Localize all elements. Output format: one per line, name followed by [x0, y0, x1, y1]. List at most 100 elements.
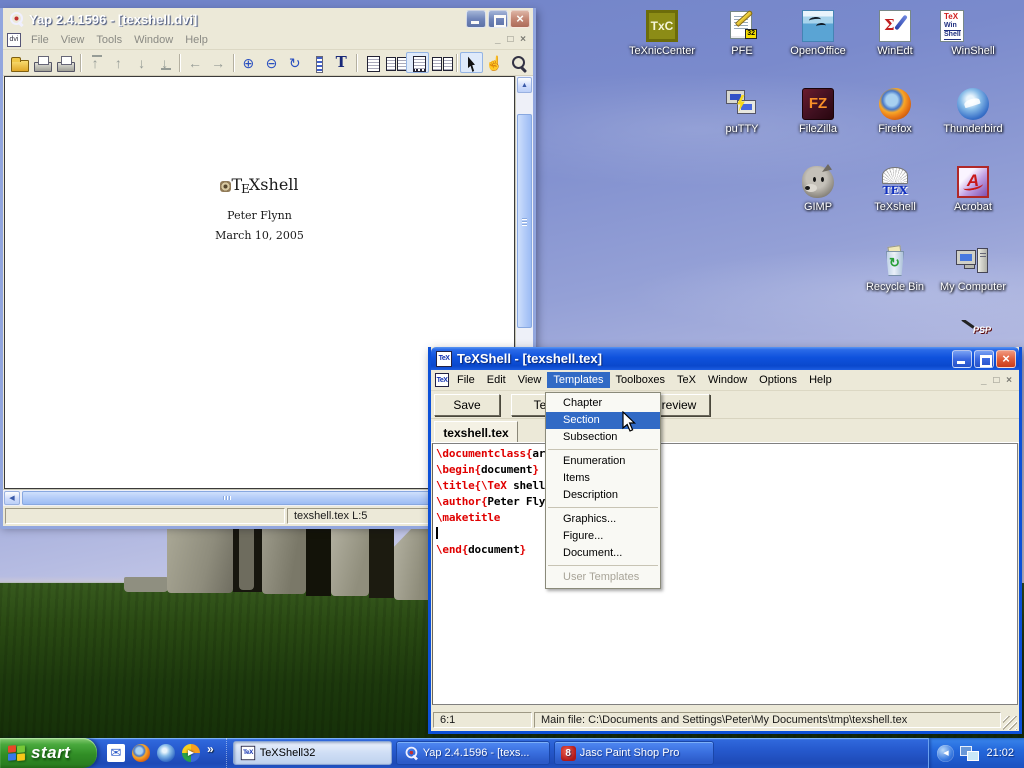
single-page-view-icon[interactable] [360, 52, 383, 73]
yap-maximize-button[interactable] [488, 10, 508, 28]
menu-item-chapter[interactable]: Chapter [546, 395, 660, 412]
next-page-icon[interactable]: ↓ [130, 52, 153, 73]
quick-launch-overflow-chevron[interactable]: » [207, 742, 214, 756]
tab-texshell-tex[interactable]: texshell.tex [434, 421, 518, 442]
texshell-maximize-button[interactable] [974, 350, 994, 368]
texniccenter-icon [646, 10, 678, 42]
desktop-icon-paint-shop-pro[interactable]: PSP [951, 320, 995, 347]
texshell-menu-toolboxes[interactable]: Toolboxes [610, 372, 672, 388]
desktop-icon-label: puTTY [725, 123, 758, 135]
scroll-left-button[interactable]: ◀ [4, 491, 20, 505]
texshell-menu-options[interactable]: Options [753, 372, 803, 388]
desktop-icon-pfe[interactable]: PFE [705, 10, 779, 57]
magnifier-tool-icon[interactable] [506, 52, 529, 73]
texshell-titlebar[interactable]: TeXShell - [texshell.tex] × [431, 347, 1019, 370]
desktop-icon-texniccenter[interactable]: TeXnicCenter [625, 10, 699, 57]
desktop-icon-winedt[interactable]: WinEdt [858, 10, 932, 57]
first-page-icon[interactable]: ↑ [84, 52, 107, 73]
texshell-minimize-button[interactable] [952, 350, 972, 368]
outlook-express-icon[interactable] [107, 744, 125, 762]
task-button-jasc-paint-shop-pro[interactable]: Jasc Paint Shop Pro [554, 741, 714, 765]
save-button[interactable]: Save [434, 394, 500, 416]
hand-tool-icon[interactable]: ☝ [483, 52, 506, 73]
desktop-icon-firefox[interactable]: Firefox [858, 88, 932, 135]
menu-item-subsection[interactable]: Subsection [546, 429, 660, 446]
scroll-thumb[interactable] [22, 491, 430, 505]
desktop-icon-gimp[interactable]: GIMP [781, 166, 855, 213]
continuous-double-view-icon[interactable] [429, 52, 452, 73]
firefox-icon[interactable] [132, 744, 150, 762]
yap-mdi-controls[interactable]: _ □ × [495, 34, 531, 45]
forward-icon[interactable]: → [207, 52, 230, 73]
menu-item-figure[interactable]: Figure... [546, 528, 660, 545]
yap-menu-window[interactable]: Window [128, 32, 179, 48]
yap-minimize-button[interactable] [466, 10, 486, 28]
texshell-menu-file[interactable]: File [451, 372, 481, 388]
menu-item-section[interactable]: Section [546, 412, 660, 429]
texshell-menu-help[interactable]: Help [803, 372, 838, 388]
thunderbird-icon[interactable] [157, 744, 175, 762]
texshell-menu-view[interactable]: View [512, 372, 548, 388]
menu-item-description[interactable]: Description [546, 487, 660, 504]
zoom-in-icon[interactable]: ⊕ [237, 52, 260, 73]
text-select-icon[interactable]: T [330, 52, 353, 73]
refresh-icon[interactable]: ↻ [283, 52, 306, 73]
desktop-icon-openoffice[interactable]: OpenOffice [781, 10, 855, 57]
yap-app-icon [8, 11, 24, 27]
ruler-icon[interactable] [306, 52, 329, 73]
desktop-icon-putty[interactable]: puTTY [705, 88, 779, 135]
pfe-icon [726, 10, 758, 42]
desktop-icon-filezilla[interactable]: FileZilla [781, 88, 855, 135]
texshell-menu-edit[interactable]: Edit [481, 372, 512, 388]
menu-item-enumeration[interactable]: Enumeration [546, 453, 660, 470]
continuous-view-icon[interactable] [406, 52, 429, 73]
texshell-menubar: FileEditViewTemplatesToolboxesTeXWindowO… [431, 370, 1019, 391]
source-special-marker-icon [220, 181, 231, 192]
start-button[interactable]: start [0, 738, 97, 768]
menu-item-document[interactable]: Document... [546, 545, 660, 562]
desktop-icon-texshell[interactable]: TeXshell [858, 166, 932, 213]
texshell-menu-templates[interactable]: Templates [547, 372, 609, 388]
desktop-icon-thunderbird[interactable]: Thunderbird [936, 88, 1010, 135]
media-player-icon[interactable] [182, 744, 200, 762]
yap-menu-tools[interactable]: Tools [90, 32, 128, 48]
yap-close-button[interactable]: × [510, 10, 530, 28]
start-button-label: start [31, 743, 70, 763]
paint-shop-pro-task-icon [561, 746, 576, 761]
menu-item-items[interactable]: Items [546, 470, 660, 487]
resize-grip[interactable] [1003, 716, 1017, 730]
print-icon[interactable] [30, 52, 53, 73]
editor-line-3: \title{\TeX shell} [436, 478, 1017, 494]
task-button-label: Yap 2.4.1596 - [texs... [423, 747, 530, 759]
yap-menu-view[interactable]: View [55, 32, 91, 48]
scroll-thumb[interactable] [517, 114, 532, 328]
desktop-icon-recycle-bin[interactable]: Recycle Bin [858, 246, 932, 293]
pointer-tool-icon[interactable] [460, 52, 483, 73]
scroll-up-button[interactable]: ▲ [517, 77, 532, 93]
texshell-mdi-controls[interactable]: _ □ × [981, 375, 1017, 386]
toolbar-separator [356, 54, 357, 72]
menu-separator [548, 449, 658, 450]
task-button-texshell32[interactable]: TeXShell32 [233, 741, 392, 765]
texshell-menu-window[interactable]: Window [702, 372, 753, 388]
task-button-yap-2-4-1596-texs[interactable]: Yap 2.4.1596 - [texs... [396, 741, 550, 765]
yap-titlebar[interactable]: Yap 2.4.1596 - [texshell.dvi] × [3, 8, 533, 30]
texshell-close-button[interactable]: × [996, 350, 1016, 368]
tray-chevron-button[interactable] [937, 745, 954, 762]
desktop-icon-acrobat[interactable]: Acrobat [936, 166, 1010, 213]
last-page-icon[interactable]: ↓ [153, 52, 176, 73]
zoom-out-icon[interactable]: ⊖ [260, 52, 283, 73]
network-tray-icon[interactable] [960, 745, 980, 762]
open-file-icon[interactable] [7, 52, 30, 73]
print-setup-icon[interactable] [53, 52, 76, 73]
back-icon[interactable]: ← [183, 52, 206, 73]
previous-page-icon[interactable]: ↑ [107, 52, 130, 73]
desktop-icon-winshell[interactable]: WinShell [936, 10, 1010, 57]
yap-menu-help[interactable]: Help [179, 32, 214, 48]
double-page-view-icon[interactable] [383, 52, 406, 73]
texshell-editor[interactable]: \documentclass{article}\begin{document}\… [432, 443, 1018, 705]
desktop-icon-my-computer[interactable]: My Computer [936, 246, 1010, 293]
yap-menu-file[interactable]: File [25, 32, 55, 48]
menu-item-graphics[interactable]: Graphics... [546, 511, 660, 528]
texshell-menu-tex[interactable]: TeX [671, 372, 702, 388]
